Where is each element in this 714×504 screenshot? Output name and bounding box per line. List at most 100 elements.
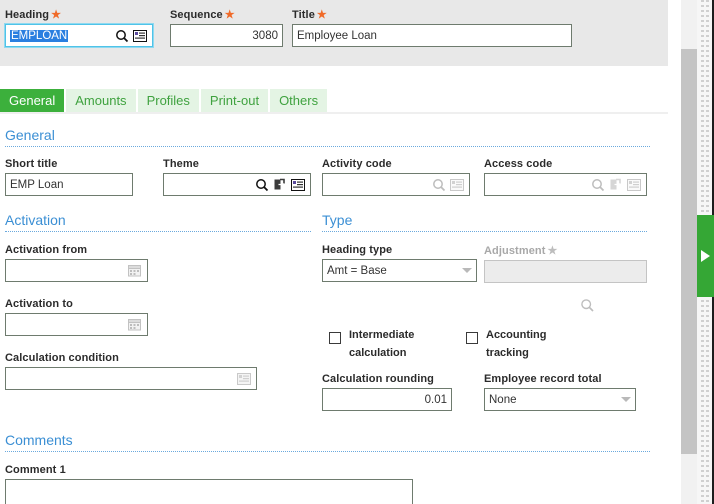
title-input[interactable]: Employee Loan <box>292 24 572 47</box>
employee-record-total-value: None <box>489 393 517 406</box>
section-comments-title: Comments <box>5 432 73 448</box>
section-general-header: General <box>5 127 650 147</box>
tab-amounts[interactable]: Amounts <box>66 89 136 112</box>
adjustment-input <box>484 260 647 283</box>
activation-to-field-group: Activation to <box>5 298 148 336</box>
short-title-input[interactable]: EMP Loan <box>5 173 133 196</box>
access-code-label: Access code <box>484 158 553 170</box>
calendar-icon[interactable] <box>126 261 143 280</box>
theme-label: Theme <box>163 158 199 170</box>
short-title-label: Short title <box>5 158 58 170</box>
sequence-input-value: 3080 <box>252 29 278 42</box>
adjustment-lookup-button <box>578 296 598 316</box>
adjustment-label: Adjustment ★ <box>484 245 558 257</box>
tab-others[interactable]: Others <box>270 89 328 112</box>
section-divider <box>5 451 650 452</box>
tab-profiles[interactable]: Profiles <box>137 89 199 112</box>
short-title-field-group: Short title EMP Loan <box>5 158 133 196</box>
required-star-icon: ★ <box>224 9 235 21</box>
heading-field-group: Heading ★ EMPLOAN <box>4 8 154 48</box>
search-icon[interactable] <box>253 175 270 194</box>
calculation-condition-label: Calculation condition <box>5 352 119 364</box>
calculation-rounding-label: Calculation rounding <box>322 373 434 385</box>
comment-1-field-group: Comment 1 <box>5 464 413 504</box>
search-icon[interactable] <box>113 26 130 45</box>
calendar-icon[interactable] <box>126 315 143 334</box>
intermediate-calculation-label-line1: Intermediate <box>349 329 415 341</box>
heading-type-select[interactable]: Amt = Base <box>322 259 477 282</box>
accounting-tracking-checkbox-group[interactable]: Accounting tracking <box>466 326 606 362</box>
section-general-title: General <box>5 127 55 143</box>
title-label: Title ★ <box>292 9 327 21</box>
section-divider <box>5 146 650 147</box>
section-divider <box>5 231 311 232</box>
chevron-down-icon[interactable] <box>462 268 472 273</box>
list-icon[interactable] <box>131 26 148 45</box>
calculation-rounding-input[interactable]: 0.01 <box>322 388 452 411</box>
required-star-icon: ★ <box>51 9 62 21</box>
right-gutter <box>668 0 681 504</box>
activation-to-label: Activation to <box>5 298 73 310</box>
activation-to-input[interactable] <box>5 313 148 336</box>
activity-code-label: Activity code <box>322 158 392 170</box>
intermediate-calculation-label-line2: calculation <box>349 347 407 359</box>
adjustment-field-group: Adjustment ★ <box>484 244 647 283</box>
required-star-icon: ★ <box>547 245 558 257</box>
activity-code-field-group: Activity code <box>322 158 470 196</box>
intermediate-calculation-checkbox-group[interactable]: Intermediate calculation <box>329 326 469 362</box>
accounting-tracking-checkbox[interactable] <box>466 332 478 344</box>
access-code-field-group: Access code <box>484 158 647 196</box>
comment-1-label: Comment 1 <box>5 464 66 476</box>
triangle-right-icon <box>701 250 710 262</box>
accounting-tracking-label-line2: tracking <box>486 347 529 359</box>
theme-input[interactable] <box>163 173 311 196</box>
comment-1-input[interactable] <box>5 479 413 504</box>
tab-underline <box>0 112 668 114</box>
heading-type-field-group: Heading type Amt = Base <box>322 244 477 282</box>
section-type-title: Type <box>322 212 353 228</box>
tab-general[interactable]: General <box>0 89 65 112</box>
short-title-input-value: EMP Loan <box>10 178 64 191</box>
calculation-condition-field-group: Calculation condition <box>5 352 257 390</box>
activation-from-field-group: Activation from <box>5 244 148 282</box>
activation-from-label: Activation from <box>5 244 88 256</box>
required-star-icon: ★ <box>316 9 327 21</box>
employee-record-total-select[interactable]: None <box>484 388 636 411</box>
sequence-field-group: Sequence ★ 3080 <box>170 8 283 47</box>
search-icon <box>430 175 447 194</box>
employee-record-total-field-group: Employee record total None <box>484 373 636 411</box>
expand-side-panel-button[interactable] <box>697 215 714 297</box>
chevron-down-icon[interactable] <box>621 397 631 402</box>
section-comments-header: Comments <box>5 432 650 452</box>
search-icon <box>579 296 596 315</box>
sequence-input[interactable]: 3080 <box>170 24 283 47</box>
search-icon <box>589 175 606 194</box>
list-icon[interactable] <box>289 175 306 194</box>
section-activation-title: Activation <box>5 212 66 228</box>
employee-record-total-label: Employee record total <box>484 373 602 385</box>
employee-loan-form: Heading ★ EMPLOAN Sequence ★ 3080 Title ★ E… <box>0 0 714 504</box>
calculation-condition-input[interactable] <box>5 367 257 390</box>
heading-type-value: Amt = Base <box>327 264 387 277</box>
heading-input[interactable]: EMPLOAN <box>4 23 154 48</box>
section-activation-header: Activation <box>5 212 311 232</box>
theme-field-group: Theme <box>163 158 311 196</box>
tab-print-out[interactable]: Print-out <box>200 89 269 112</box>
heading-input-value: EMPLOAN <box>10 29 69 42</box>
heading-label: Heading ★ <box>5 9 62 21</box>
activation-from-input[interactable] <box>5 259 148 282</box>
list-icon <box>625 175 642 194</box>
intermediate-calculation-checkbox[interactable] <box>329 332 341 344</box>
vertical-scrollbar-thumb[interactable] <box>681 49 697 454</box>
section-type-header: Type <box>322 212 647 232</box>
list-icon <box>235 369 252 388</box>
calculation-rounding-field-group: Calculation rounding 0.01 <box>322 373 452 411</box>
accounting-tracking-label-line1: Accounting <box>486 329 547 341</box>
heading-type-label: Heading type <box>322 244 393 256</box>
new-window-icon[interactable] <box>271 175 288 194</box>
activity-code-input[interactable] <box>322 173 470 196</box>
title-input-value: Employee Loan <box>297 29 377 42</box>
access-code-input[interactable] <box>484 173 647 196</box>
header-band: Heading ★ EMPLOAN Sequence ★ 3080 Title ★ E… <box>0 0 668 66</box>
title-field-group: Title ★ Employee Loan <box>292 8 572 47</box>
